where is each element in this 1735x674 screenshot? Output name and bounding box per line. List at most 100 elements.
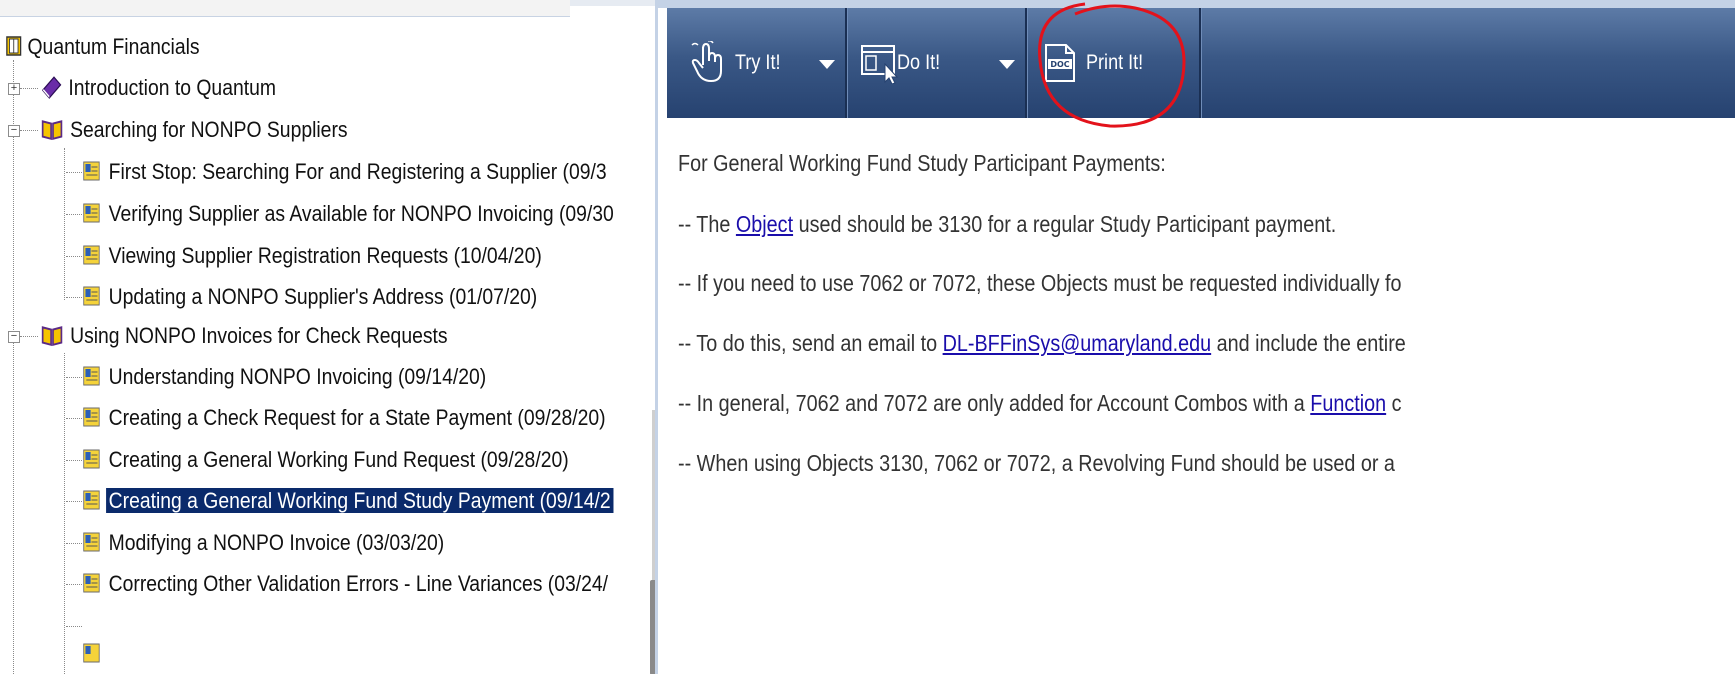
panel-border xyxy=(655,8,658,674)
tree-topic[interactable]: Modifying a NONPO Invoice (03/03/20) xyxy=(82,523,447,563)
content-line-function: -- In general, 7062 and 7072 are only ad… xyxy=(678,390,1402,417)
email-link[interactable]: DL-BFFinSys@umaryland.edu xyxy=(943,330,1212,356)
text-span: -- To do this, send an email to xyxy=(678,330,943,356)
tree-item-introduction[interactable]: Introduction to Quantum xyxy=(40,68,279,108)
text-span: -- The xyxy=(678,211,736,237)
try-it-button[interactable]: Try It! xyxy=(689,8,788,118)
tree-topic-label: Viewing Supplier Registration Requests (… xyxy=(108,243,542,268)
tree-item-using-nonpo-invoices[interactable]: Using NONPO Invoices for Check Requests xyxy=(40,316,450,356)
content-line-revolving: -- When using Objects 3130, 7062 or 7072… xyxy=(678,450,1395,476)
topic-page-icon xyxy=(83,366,100,386)
try-it-dropdown-arrow[interactable] xyxy=(819,60,835,69)
tree-item-label: Using NONPO Invoices for Check Requests xyxy=(70,323,448,348)
expand-toggle[interactable]: + xyxy=(8,83,20,95)
tree-connector xyxy=(20,88,38,89)
topic-page-icon xyxy=(83,203,100,223)
tree-connector xyxy=(66,418,82,419)
tree-topic-partial[interactable] xyxy=(82,606,106,674)
tree-topic-label: Creating a General Working Fund Study Pa… xyxy=(106,488,614,513)
pointing-hand-icon xyxy=(691,41,722,83)
topic-page-icon xyxy=(83,532,100,552)
collapse-toggle[interactable]: − xyxy=(8,331,20,343)
tree-connector xyxy=(66,377,82,378)
tree-connector xyxy=(64,353,65,674)
tree-connector xyxy=(66,297,82,298)
object-link[interactable]: Object xyxy=(736,211,793,237)
do-it-label: Do It! xyxy=(897,51,941,74)
tree-topic[interactable]: Updating a NONPO Supplier's Address (01/… xyxy=(82,277,540,317)
book-closed-icon xyxy=(41,76,62,99)
tree-connector xyxy=(64,148,65,300)
tree-topic[interactable]: Verifying Supplier as Available for NONP… xyxy=(82,194,616,234)
tree-topic-label: Modifying a NONPO Invoice (03/03/20) xyxy=(108,530,445,555)
mode-toolbar: Try It! Do It! DOC Print It! xyxy=(667,8,1735,118)
text-span: -- In general, 7062 and 7072 are only ad… xyxy=(678,390,1311,416)
tree-topic[interactable]: First Stop: Searching For and Registerin… xyxy=(82,152,609,192)
book-open-icon xyxy=(41,120,63,141)
tree-topic-label: Correcting Other Validation Errors - Lin… xyxy=(108,571,609,596)
tree-header-bar xyxy=(0,0,570,17)
toolbar-separator xyxy=(845,8,848,118)
topic-page-icon xyxy=(83,245,100,265)
tree-topic-label: Verifying Supplier as Available for NONP… xyxy=(108,201,614,226)
tree-topic-label: Understanding NONPO Invoicing (09/14/20) xyxy=(108,364,487,389)
do-it-button[interactable]: Do It! xyxy=(859,8,947,118)
topic-page-icon xyxy=(83,286,100,306)
tree-item-label: Searching for NONPO Suppliers xyxy=(70,117,348,142)
topic-page-icon xyxy=(83,490,100,510)
window-cursor-icon xyxy=(861,45,899,84)
tree-topic[interactable]: Creating a General Working Fund Request … xyxy=(82,440,571,480)
function-link[interactable]: Function xyxy=(1310,390,1386,416)
tree-topic-label: Creating a Check Request for a State Pay… xyxy=(108,405,606,430)
try-it-label: Try It! xyxy=(735,51,781,74)
do-it-dropdown-arrow[interactable] xyxy=(999,60,1015,69)
book-open-icon xyxy=(41,326,63,347)
tree-topic[interactable]: Viewing Supplier Registration Requests (… xyxy=(82,236,544,276)
text-span: used should be 3130 for a regular Study … xyxy=(793,211,1337,237)
tree-connector xyxy=(20,336,38,337)
content-line-email: -- To do this, send an email to DL-BFFin… xyxy=(678,330,1406,357)
tree-connector xyxy=(66,460,82,461)
topic-page-icon xyxy=(83,161,100,181)
topic-page-icon xyxy=(83,449,100,469)
print-it-button[interactable]: DOC Print It! xyxy=(1044,8,1153,118)
book-open-icon xyxy=(6,36,22,56)
content-heading: For General Working Fund Study Participa… xyxy=(678,150,1166,176)
tree-item-label: Introduction to Quantum xyxy=(68,75,276,100)
tree-topic-selected[interactable]: Creating a General Working Fund Study Pa… xyxy=(82,481,614,521)
topic-page-icon xyxy=(83,573,100,593)
toolbar-separator xyxy=(1025,8,1028,118)
text-span: and include the entire xyxy=(1211,330,1406,356)
tree-topic[interactable]: Creating a Check Request for a State Pay… xyxy=(82,398,608,438)
tree-connector xyxy=(66,256,82,257)
content-line-request: -- If you need to use 7062 or 7072, thes… xyxy=(678,270,1402,296)
collapse-toggle[interactable]: − xyxy=(8,125,20,137)
tree-connector xyxy=(66,501,82,502)
topic-page-icon xyxy=(83,643,100,663)
topic-page-icon xyxy=(83,407,100,427)
tree-item-searching-suppliers[interactable]: Searching for NONPO Suppliers xyxy=(40,110,350,150)
splitter-top xyxy=(570,0,655,6)
tree-topic[interactable]: Understanding NONPO Invoicing (09/14/20) xyxy=(82,357,489,397)
tree-topic[interactable]: Correcting Other Validation Errors - Lin… xyxy=(82,564,611,604)
tree-topic-label: Updating a NONPO Supplier's Address (01/… xyxy=(108,284,538,309)
toolbar-separator xyxy=(1199,8,1202,118)
tree-connector xyxy=(20,130,38,131)
tree-topic-label: First Stop: Searching For and Registerin… xyxy=(108,159,607,184)
tree-connector xyxy=(66,626,82,627)
help-topic-tree: Quantum Financials + Introduction to Qua… xyxy=(0,0,655,674)
text-span: c xyxy=(1386,390,1402,416)
tree-topic-label: Creating a General Working Fund Request … xyxy=(108,447,569,472)
content-line-object: -- The Object used should be 3130 for a … xyxy=(678,211,1336,238)
tree-connector xyxy=(13,60,14,674)
tree-connector xyxy=(66,584,82,585)
tree-connector xyxy=(66,543,82,544)
document-icon: DOC xyxy=(1045,44,1075,82)
panel-top-strip xyxy=(655,0,1735,8)
tree-connector xyxy=(66,172,82,173)
print-it-label: Print It! xyxy=(1086,51,1144,74)
tree-root[interactable]: Quantum Financials xyxy=(6,27,202,67)
doc-icon-text: DOC xyxy=(1050,60,1069,69)
tree-connector xyxy=(66,214,82,215)
tree-root-label: Quantum Financials xyxy=(27,34,200,59)
